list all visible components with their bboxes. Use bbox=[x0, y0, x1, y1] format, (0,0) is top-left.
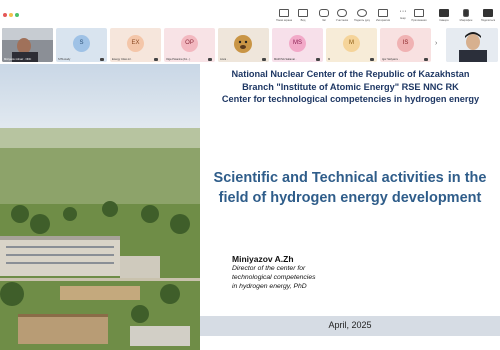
participant-avatar: S bbox=[73, 35, 90, 52]
apps-icon bbox=[414, 9, 424, 17]
aerial-campus-image bbox=[0, 64, 200, 350]
toolbar-button-9[interactable]: Микрофон bbox=[455, 9, 477, 22]
participant-tile[interactable]: IS Igor Stolyarov · bbox=[380, 28, 431, 62]
toolbar-button-7[interactable]: Приложения bbox=[408, 9, 430, 22]
maximize-window-icon[interactable] bbox=[15, 13, 19, 17]
participant-tile[interactable] bbox=[446, 28, 498, 62]
toolbar-label: Поделиться bbox=[480, 19, 496, 22]
participant-name: M bbox=[328, 58, 331, 61]
participant-strip: Miniyazov Almaz · NNC S SITA study EX En… bbox=[0, 26, 500, 64]
toolbar-label: Приложения bbox=[411, 19, 427, 22]
microphone-muted-icon bbox=[154, 58, 158, 61]
toolbar-label: Поднять руку bbox=[353, 19, 371, 22]
participant-photo bbox=[2, 28, 53, 62]
toolbar-button-3[interactable]: Участники bbox=[331, 9, 353, 22]
participant-tile[interactable]: MS MAZOVA Saltanat · bbox=[272, 28, 323, 62]
participant-name: SITA study bbox=[58, 58, 71, 61]
microphone-muted-icon bbox=[424, 58, 428, 61]
header-line: National Nuclear Center of the Republic … bbox=[231, 69, 470, 79]
toolbar-button-5[interactable]: Интерактив bbox=[372, 9, 394, 22]
header-line: Center for technological competencies in… bbox=[221, 94, 480, 104]
participant-avatar: MS bbox=[289, 35, 306, 52]
microphone-muted-icon bbox=[262, 58, 266, 61]
display-icon bbox=[279, 9, 289, 17]
slide-photo bbox=[0, 64, 200, 350]
window-controls bbox=[3, 4, 21, 22]
whiteboard-icon bbox=[378, 9, 388, 17]
participant-tile[interactable]: S SITA study bbox=[56, 28, 107, 62]
close-window-icon[interactable] bbox=[3, 13, 7, 17]
participant-tile[interactable]: Алия · bbox=[218, 28, 269, 62]
participant-tile[interactable]: EX Energy Cities kz · bbox=[110, 28, 161, 62]
window-icon bbox=[298, 9, 308, 17]
chat-icon bbox=[319, 9, 329, 17]
toolbar-button-10[interactable]: Поделиться bbox=[477, 9, 499, 22]
author-role-line: Director of the center for bbox=[232, 265, 306, 272]
minimize-window-icon[interactable] bbox=[9, 13, 13, 17]
participant-name: Алия · bbox=[220, 58, 228, 61]
toolbar-label: Вид bbox=[300, 19, 306, 22]
more-icon: ··· bbox=[399, 8, 407, 15]
participant-photo bbox=[218, 28, 269, 62]
participant-avatar: IS bbox=[397, 35, 414, 52]
share-icon bbox=[483, 9, 493, 17]
reaction-icon bbox=[357, 9, 367, 17]
camera-icon bbox=[439, 9, 449, 17]
microphone-muted-icon bbox=[100, 58, 104, 61]
participant-tile[interactable]: OP Olga Potanina (Ko...) bbox=[164, 28, 215, 62]
slide-footer: April, 2025 bbox=[200, 316, 500, 336]
slide-title: Scientific and Technical activities in t… bbox=[213, 170, 487, 206]
microphone-muted-icon bbox=[208, 58, 212, 61]
toolbar-label: Участники bbox=[335, 19, 349, 22]
microphone-muted-icon bbox=[370, 58, 374, 61]
toolbar-button-8[interactable]: Камера bbox=[433, 9, 455, 22]
shared-slide: National Nuclear Center of the Republic … bbox=[0, 64, 500, 350]
participant-name: Olga Potanina (Ko...) bbox=[166, 58, 191, 61]
participant-photo bbox=[446, 28, 498, 62]
toolbar-label: Микрофон bbox=[459, 19, 473, 22]
toolbar-button-4[interactable]: Поднять руку bbox=[351, 9, 373, 22]
chevron-right-icon[interactable]: › bbox=[435, 40, 437, 47]
participant-name: Miniyazov Almaz · NNC bbox=[4, 58, 32, 61]
participants-icon bbox=[337, 9, 347, 17]
toolbar-label: Камера bbox=[439, 19, 449, 22]
meeting-toolbar: Показ экрана Вид Чат Участники Поднять р… bbox=[0, 0, 500, 26]
participant-avatar: EX bbox=[127, 35, 144, 52]
author-role-line: technological competencies bbox=[232, 274, 316, 281]
participant-avatar: OP bbox=[181, 35, 198, 52]
participant-tile[interactable]: Miniyazov Almaz · NNC bbox=[2, 28, 53, 62]
author-block: Miniyazov A.Zh Director of the center fo… bbox=[232, 254, 492, 291]
toolbar-label: Интерактив bbox=[376, 19, 390, 22]
microphone-muted-icon bbox=[316, 58, 320, 61]
participant-name: Energy Cities kz · bbox=[112, 58, 133, 61]
toolbar-button-1[interactable]: Вид bbox=[292, 9, 314, 22]
participant-name: Igor Stolyarov · bbox=[382, 58, 400, 61]
author-role-line: in hydrogen energy, PhD bbox=[232, 283, 307, 290]
participant-name: MAZOVA Saltanat · bbox=[274, 58, 297, 61]
slide-date: April, 2025 bbox=[328, 320, 372, 330]
author-name: Miniyazov A.Zh bbox=[232, 254, 294, 264]
microphone-icon bbox=[463, 9, 469, 17]
participant-avatar: M bbox=[343, 35, 360, 52]
slide-header: National Nuclear Center of the Republic … bbox=[201, 64, 500, 110]
header-line: Branch "Institute of Atomic Energy" RSE … bbox=[242, 81, 459, 92]
participant-tile[interactable]: M M bbox=[326, 28, 377, 62]
